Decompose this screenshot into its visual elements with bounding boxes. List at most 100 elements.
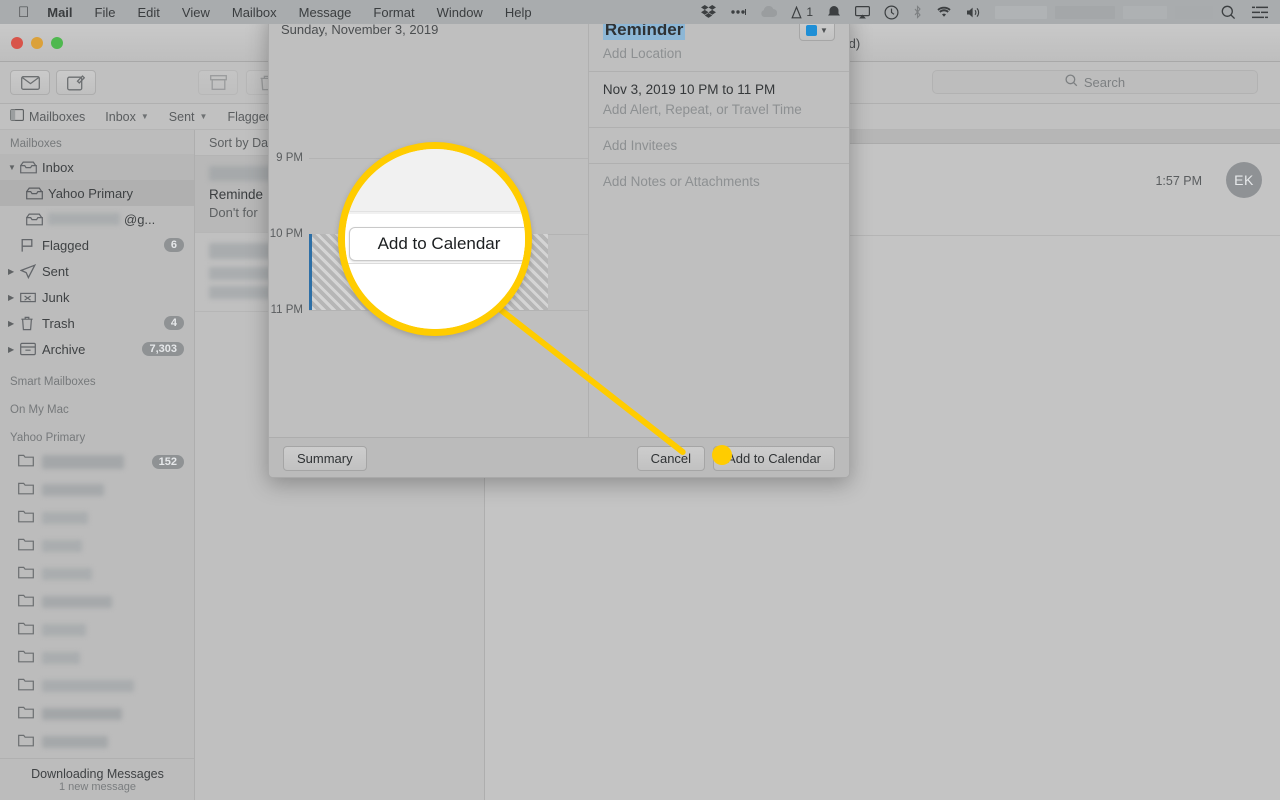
notes-input[interactable]: Add Notes or Attachments: [603, 174, 835, 189]
folder-icon: [18, 594, 42, 610]
timemachine-icon[interactable]: [884, 4, 899, 20]
sidebar-item-sent[interactable]: ▶ Sent: [0, 258, 194, 284]
field-group-notes: Add Notes or Attachments: [589, 164, 849, 199]
search-placeholder: Search: [1083, 74, 1126, 90]
sidebar-item-trash-label: Trash: [42, 315, 75, 331]
list-item[interactable]: 152: [0, 448, 194, 476]
notification-icon[interactable]: [827, 5, 841, 19]
mailbox-sidebar[interactable]: Mailboxes ▼ Inbox Yahoo Primary @g... Fl…: [0, 130, 195, 800]
magnified-add-to-calendar-button[interactable]: Add to Calendar: [349, 227, 525, 261]
sidebar-item-gmail[interactable]: @g...: [0, 206, 194, 232]
adobe-badge: 1: [806, 5, 813, 19]
list-item[interactable]: [0, 728, 194, 756]
menubar-redacted-4: [1175, 5, 1213, 19]
disclosure-open-icon[interactable]: ▼: [8, 163, 20, 172]
favorite-inbox[interactable]: Inbox ▼: [105, 110, 149, 124]
message-timestamp: 1:57 PM: [1155, 174, 1202, 188]
menu-item-edit[interactable]: Edit: [138, 5, 160, 20]
list-item[interactable]: [0, 476, 194, 504]
archive-icon[interactable]: [198, 70, 238, 95]
redacted-folder-name: [42, 624, 86, 636]
list-item[interactable]: [0, 532, 194, 560]
chevron-down-icon: ▼: [199, 112, 208, 121]
event-date-input[interactable]: Nov 3, 2019 10 PM to 11 PM: [603, 82, 835, 97]
calendar-color-swatch: [806, 25, 818, 36]
list-item[interactable]: [0, 700, 194, 728]
field-group-datetime: Nov 3, 2019 10 PM to 11 PM Add Alert, Re…: [588, 72, 849, 128]
disclosure-closed-icon[interactable]: ▶: [8, 319, 20, 328]
sidebar-item-inbox[interactable]: ▼ Inbox: [0, 154, 194, 180]
summary-button[interactable]: Summary: [283, 446, 367, 471]
menu-item-window[interactable]: Window: [437, 5, 483, 20]
disclosure-closed-icon[interactable]: ▶: [8, 293, 20, 302]
avatar: EK: [1226, 162, 1262, 198]
list-item[interactable]: [0, 644, 194, 672]
sidebar-item-junk-label: Junk: [42, 289, 70, 305]
list-item[interactable]: [0, 616, 194, 644]
search-input[interactable]: Search: [932, 70, 1258, 94]
control-center-icon[interactable]: [1252, 6, 1268, 19]
favorite-flagged[interactable]: Flagged: [227, 110, 272, 124]
airplay-icon[interactable]: [855, 5, 870, 19]
invitees-input[interactable]: Add Invitees: [603, 138, 835, 153]
folder-icon: [18, 678, 42, 694]
dialog-fields: Reminder ▼ Add Location Nov 3, 2019 10 P…: [587, 10, 849, 437]
sidebar-item-archive[interactable]: ▶ Archive 7,303: [0, 336, 194, 362]
redacted-folder-name: [42, 540, 82, 552]
sidebar-item-inbox-label: Inbox: [42, 159, 74, 175]
favorite-mailboxes[interactable]: Mailboxes: [10, 109, 85, 124]
menu-item-mail[interactable]: Mail: [47, 5, 72, 20]
menu-item-view[interactable]: View: [182, 5, 210, 20]
disclosure-closed-icon[interactable]: ▶: [8, 267, 20, 276]
folder-icon: [18, 454, 42, 470]
wifi-icon[interactable]: [936, 6, 952, 18]
favorite-sent-label: Sent: [168, 109, 195, 124]
menu-item-help[interactable]: Help: [505, 5, 532, 20]
menu-item-mailbox[interactable]: Mailbox: [232, 5, 277, 20]
sidebar-folder-list[interactable]: 152: [0, 448, 194, 800]
hour-label-11pm: 11 PM: [270, 304, 303, 316]
sidebar-icon: [10, 109, 24, 124]
search-icon[interactable]: [1221, 5, 1236, 20]
ellipsis-icon[interactable]: [730, 8, 747, 16]
alert-input[interactable]: Add Alert, Repeat, or Travel Time: [603, 102, 835, 117]
menu-item-message[interactable]: Message: [299, 5, 352, 20]
list-item[interactable]: [0, 588, 194, 616]
sidebar-item-trash[interactable]: ▶ Trash 4: [0, 310, 194, 336]
sidebar-badge-archive: 7,303: [142, 342, 184, 356]
folder-icon: [18, 510, 42, 526]
adobe-icon[interactable]: 1: [791, 5, 813, 19]
list-item[interactable]: [0, 560, 194, 588]
folder-icon: [18, 706, 42, 722]
sidebar-item-junk[interactable]: ▶ Junk: [0, 284, 194, 310]
compose-icon[interactable]: [56, 70, 96, 95]
magnifier-divider: [345, 263, 525, 264]
sidebar-item-flagged[interactable]: Flagged 6: [0, 232, 194, 258]
location-input[interactable]: Add Location: [603, 46, 835, 61]
sidebar-section-yahoo-primary: Yahoo Primary: [10, 432, 86, 444]
cancel-button[interactable]: Cancel: [636, 446, 706, 471]
callout-magnifier: Add to Calendar: [338, 142, 532, 336]
apple-icon[interactable]: : [18, 5, 29, 20]
disclosure-closed-icon[interactable]: ▶: [8, 345, 20, 354]
cloud-icon[interactable]: [760, 6, 778, 18]
magnifier-divider: [345, 211, 525, 212]
bluetooth-icon[interactable]: [913, 5, 922, 19]
redacted-folder-name: [42, 736, 108, 748]
sidebar-item-yahoo-primary[interactable]: Yahoo Primary: [0, 180, 194, 206]
sidebar-item-gmail-label: @g...: [124, 211, 156, 227]
sidebar-item-sent-label: Sent: [42, 263, 69, 279]
menu-item-file[interactable]: File: [95, 5, 116, 20]
sidebar-status: Downloading Messages 1 new message: [0, 758, 194, 800]
field-group-invitees: Add Invitees: [588, 128, 849, 164]
macos-menubar:  Mail File Edit View Mailbox Message Fo…: [0, 0, 1280, 24]
list-item[interactable]: [0, 672, 194, 700]
sidebar-item-flagged-label: Flagged: [42, 237, 89, 253]
list-item[interactable]: [0, 504, 194, 532]
menu-item-format[interactable]: Format: [373, 5, 414, 20]
favorite-sent[interactable]: Sent ▼: [169, 110, 208, 124]
dropbox-icon[interactable]: [701, 5, 717, 19]
sidebar-badge-folder: 152: [151, 455, 184, 469]
volume-icon[interactable]: [966, 6, 981, 19]
get-mail-icon[interactable]: [10, 70, 50, 95]
